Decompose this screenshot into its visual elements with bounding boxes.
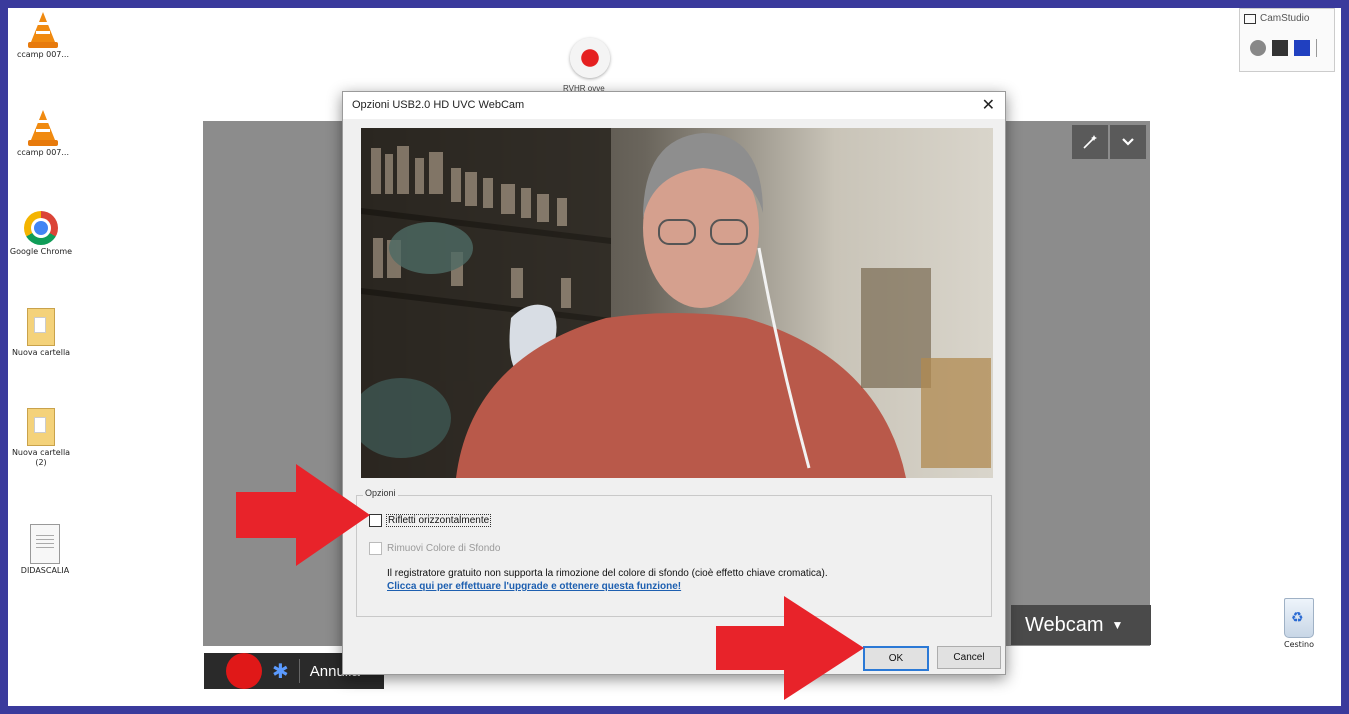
desktop-icon-label: DIDASCALIA — [20, 566, 70, 575]
dialog-body: Opzioni Rifletti orizzontalmente Rimuovi… — [343, 119, 1005, 674]
record-button[interactable] — [226, 653, 262, 689]
caret-down-icon: ▼ — [1111, 618, 1124, 632]
ok-button[interactable]: OK — [863, 646, 929, 671]
desktop-icon-label: Google Chrome — [9, 247, 73, 256]
webcam-preview-image — [361, 128, 993, 478]
chevron-down-icon[interactable] — [1110, 125, 1146, 159]
desktop: ccamp 007... ccamp 007... Google Chrome … — [8, 8, 1341, 706]
dialog-title: Opzioni USB2.0 HD UVC WebCam — [352, 99, 525, 111]
webcam-preview — [361, 128, 993, 478]
document-icon — [30, 524, 60, 564]
desktop-icon-folder-2[interactable]: Nuova cartella (2) — [8, 408, 74, 468]
folder-icon — [27, 308, 55, 346]
desktop-icon-label: Nuova cartella (2) — [11, 448, 71, 467]
camstudio-stop-icon[interactable] — [1294, 40, 1310, 56]
desktop-icon-label: ccamp 007... — [16, 148, 69, 157]
magic-wand-icon[interactable] — [1072, 125, 1108, 159]
vlc-icon — [28, 12, 58, 48]
options-group: Opzioni Rifletti orizzontalmente Rimuovi… — [356, 488, 992, 617]
desktop-icon-vlc-1[interactable]: ccamp 007... — [10, 12, 76, 60]
cancel-button[interactable]: Cancel — [937, 646, 1001, 669]
desktop-icon-recycle-bin[interactable]: Cestino — [1266, 598, 1332, 650]
camstudio-record-icon[interactable] — [1250, 40, 1266, 56]
chroma-key-info: Il registratore gratuito non supporta la… — [387, 568, 828, 579]
desktop-icon-chrome[interactable]: Google Chrome — [8, 211, 74, 257]
remove-background-option: Rimuovi Colore di Sfondo — [369, 542, 500, 555]
desktop-icon-folder-1[interactable]: Nuova cartella — [8, 308, 74, 358]
arrow-pointing-ok-button — [716, 596, 864, 700]
desktop-icon-document[interactable]: DIDASCALIA — [12, 524, 78, 576]
arrow-pointing-checkbox — [236, 464, 370, 566]
mirror-label: Rifletti orizzontalmente — [385, 514, 492, 527]
vlc-icon — [28, 110, 58, 146]
webcam-options-dialog: Opzioni USB2.0 HD UVC WebCam ✕ Opzioni R… — [342, 91, 1006, 675]
remove-background-label: Rimuovi Colore di Sfondo — [387, 543, 501, 554]
desktop-icon-label: Nuova cartella — [11, 348, 71, 357]
webcam-source-label: Webcam — [1025, 613, 1104, 636]
desktop-icon-vlc-2[interactable]: ccamp 007... — [10, 110, 76, 158]
desktop-icon-label: ccamp 007... — [16, 50, 69, 59]
gear-icon[interactable]: ✱ — [272, 659, 289, 684]
chrome-icon — [24, 211, 58, 245]
record-shortcut-icon[interactable] — [570, 38, 610, 78]
camstudio-pause-icon[interactable] — [1272, 40, 1288, 56]
folder-icon — [27, 408, 55, 446]
camstudio-widget: CamStudio — [1239, 8, 1335, 72]
upgrade-link[interactable]: Clicca qui per effettuare l'upgrade e ot… — [387, 581, 681, 592]
close-icon[interactable]: ✕ — [982, 95, 995, 115]
recycle-bin-icon — [1284, 598, 1314, 638]
mirror-option[interactable]: Rifletti orizzontalmente — [369, 514, 492, 527]
webcam-source-dropdown[interactable]: Webcam ▼ — [1011, 605, 1151, 645]
desktop-icon-label: Cestino — [1284, 640, 1314, 649]
camstudio-title: CamStudio — [1240, 9, 1334, 29]
remove-background-checkbox — [369, 542, 382, 555]
mirror-checkbox[interactable] — [369, 514, 382, 527]
